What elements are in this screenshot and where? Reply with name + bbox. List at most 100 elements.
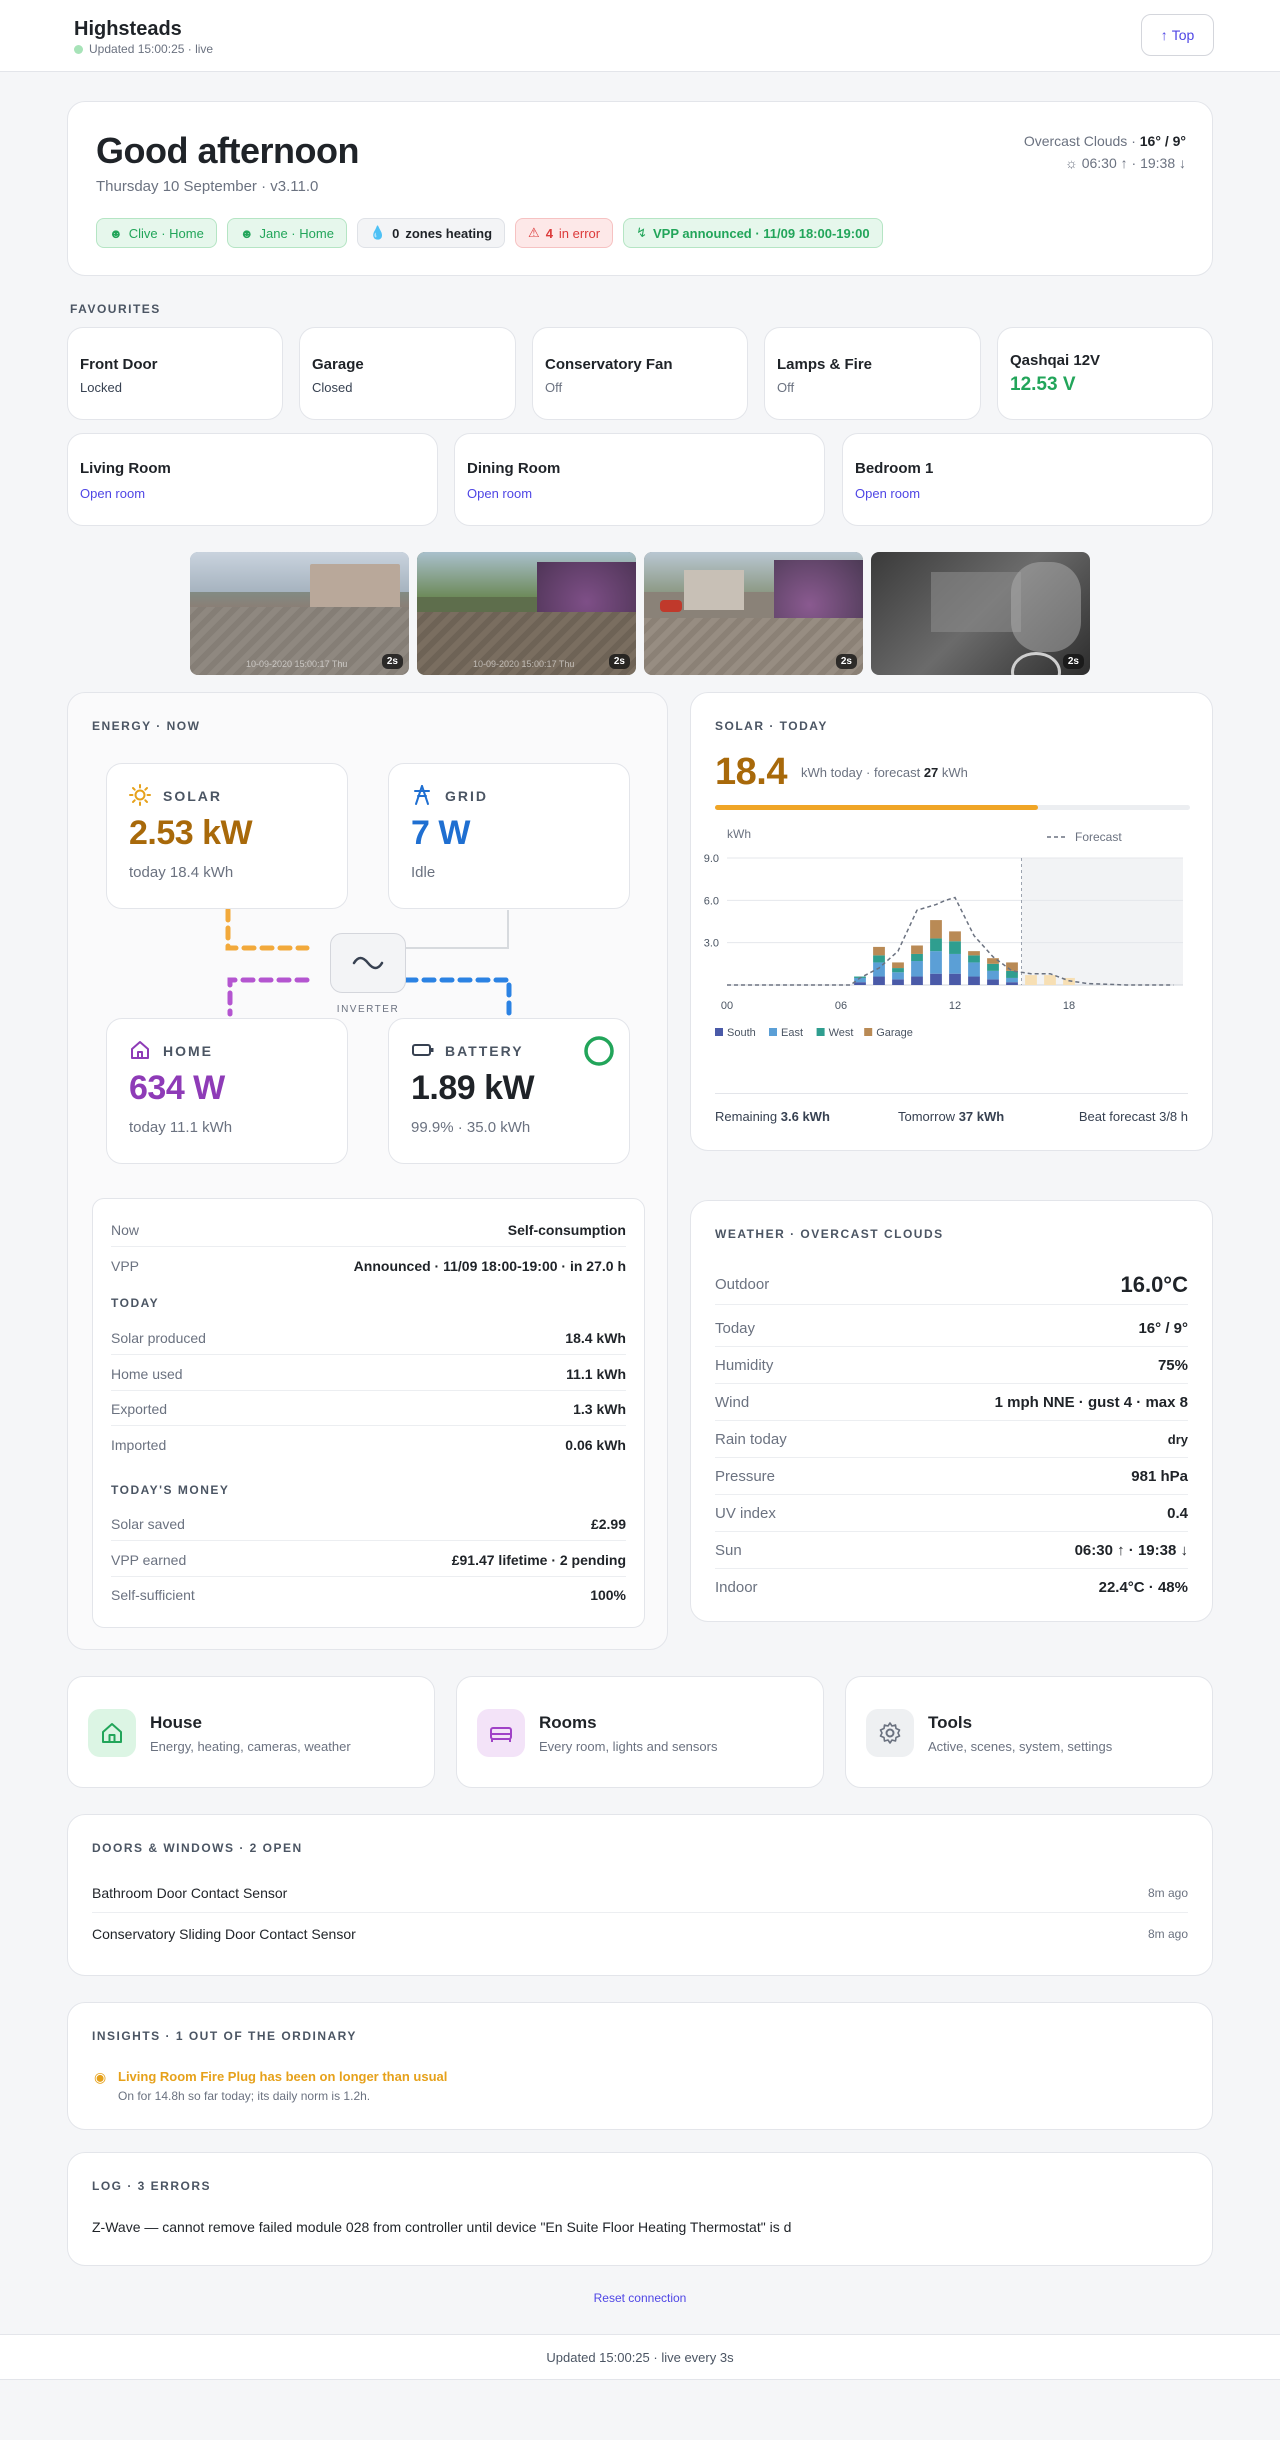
room-living-room[interactable]: Living Room Open room xyxy=(67,433,438,526)
chip-label: VPP announced · 11/09 18:00-19:00 xyxy=(653,225,870,241)
insight-detail: On for 14.8h so far today; its daily nor… xyxy=(118,2089,371,2103)
row-key: Rain today xyxy=(715,1430,787,1448)
door-sensor-name: Conservatory Sliding Door Contact Sensor xyxy=(92,1926,356,1942)
insights-label: INSIGHTS · 1 OUT OF THE ORDINARY xyxy=(92,2029,357,2043)
y-tick-label: 9.0 xyxy=(704,853,719,865)
favourite-lamps-fire[interactable]: Lamps & Fire Off xyxy=(764,327,981,420)
footer-value: 37 kWh xyxy=(958,1109,1005,1124)
solar-today-sub-text: kWh today · forecast xyxy=(801,765,924,780)
camera-indoor[interactable]: 2s xyxy=(871,552,1090,675)
bolt-icon: ↯ xyxy=(636,225,648,240)
chip-label: Jane · Home xyxy=(259,225,334,241)
favourite-title: Qashqai 12V xyxy=(1010,352,1101,369)
nav-rooms[interactable]: Rooms Every room, lights and sensors xyxy=(456,1676,824,1788)
bar-segment-garage xyxy=(892,962,904,969)
row-value: 1 mph NNE · gust 4 · max 8 xyxy=(994,1393,1188,1411)
bar-segment-garage xyxy=(873,946,885,956)
outdoor-row: Outdoor 16.0°C xyxy=(715,1265,1188,1305)
camera-front[interactable]: 2s xyxy=(644,552,863,675)
forecast-bar xyxy=(1025,975,1037,985)
nav-tools[interactable]: Tools Active, scenes, system, settings xyxy=(845,1676,1213,1788)
insight-title[interactable]: Living Room Fire Plug has been on longer… xyxy=(118,2069,447,2084)
weather-label: WEATHER · OVERCAST CLOUDS xyxy=(715,1227,944,1241)
hero-sun-times: 06:30 ↑ · 19:38 ↓ xyxy=(1081,155,1186,171)
favourite-qashqai[interactable]: Qashqai 12V 12.53 V xyxy=(997,327,1213,420)
door-sensor-row[interactable]: Bathroom Door Contact Sensor 8m ago xyxy=(92,1873,1188,1913)
room-bedroom-1[interactable]: Bedroom 1 Open room xyxy=(842,433,1213,526)
presence-chip-jane[interactable]: ☻ Jane · Home xyxy=(226,218,347,248)
bar-segment-east xyxy=(930,951,942,974)
grid-tile[interactable]: GRID 7 W Idle xyxy=(388,763,630,909)
log-line: Z-Wave — cannot remove failed module 028… xyxy=(92,2219,792,2235)
updated-text: Updated 15:00:25 · live xyxy=(89,42,214,56)
favourite-front-door[interactable]: Front Door Locked xyxy=(67,327,283,420)
top-button-label: Top xyxy=(1171,27,1195,43)
y-tick-label: 3.0 xyxy=(704,938,719,950)
room-dining-room[interactable]: Dining Room Open room xyxy=(454,433,825,526)
solar-tile[interactable]: SOLAR 2.53 kW today 18.4 kWh xyxy=(106,763,348,909)
row-key: UV index xyxy=(715,1504,776,1522)
sine-wave-icon xyxy=(352,956,384,970)
row-key: Pressure xyxy=(715,1467,776,1485)
room-title: Bedroom 1 xyxy=(855,460,934,477)
hero-weather: Overcast Clouds · 16° / 9° ☼ 06:30 ↑ · 1… xyxy=(1024,130,1186,174)
sun-icon xyxy=(129,784,151,806)
row-key: VPP earned xyxy=(111,1551,187,1568)
row-value: 11.1 kWh xyxy=(566,1365,626,1382)
footer-text: Updated 15:00:25 · live every 3s xyxy=(546,2349,734,2365)
battery-tile[interactable]: BATTERY 1.89 kW 99.9% · 35.0 kWh xyxy=(388,1018,630,1164)
solar-today-label: SOLAR · TODAY xyxy=(715,719,828,733)
solar-value: 2.53 kW xyxy=(129,814,253,852)
camera-image xyxy=(660,600,682,612)
reset-connection-link[interactable]: Reset connection xyxy=(0,2291,1280,2305)
rain-row: Rain today dry xyxy=(715,1421,1188,1458)
camera-age-badge: 2s xyxy=(835,654,857,669)
bar-segment-west xyxy=(892,968,904,973)
vpp-earned-row: VPP earned £91.47 lifetime · 2 pending xyxy=(111,1543,626,1577)
door-sensor-age: 8m ago xyxy=(1147,1927,1188,1941)
open-room-link[interactable]: Open room xyxy=(80,486,145,501)
person-icon: ☻ xyxy=(109,225,123,241)
vpp-chip[interactable]: ↯ VPP announced · 11/09 18:00-19:00 xyxy=(623,218,883,248)
footer-value: 3.6 kWh xyxy=(780,1109,830,1124)
door-sensor-row[interactable]: Conservatory Sliding Door Contact Sensor… xyxy=(92,1914,1188,1954)
heating-chip[interactable]: 💧 0 zones heating xyxy=(356,218,506,248)
bar-segment-garage xyxy=(968,951,980,956)
money-heading: TODAY'S MONEY xyxy=(111,1483,230,1497)
solar-saved-row: Solar saved £2.99 xyxy=(111,1507,626,1541)
open-room-link[interactable]: Open room xyxy=(467,486,532,501)
legend-label-east: East xyxy=(781,1027,803,1039)
camera-image xyxy=(684,570,744,610)
forecast-bar xyxy=(1044,975,1056,985)
nav-house[interactable]: House Energy, heating, cameras, weather xyxy=(67,1676,435,1788)
legend-label-west: West xyxy=(829,1027,854,1039)
solar-remaining: Remaining 3.6 kWh xyxy=(715,1109,830,1124)
bed-icon xyxy=(477,1709,525,1757)
imported-row: Imported 0.06 kWh xyxy=(111,1428,626,1462)
bar-segment-south xyxy=(854,982,866,985)
pylon-icon xyxy=(414,785,430,805)
error-chip[interactable]: ⚠ 4 in error xyxy=(515,218,614,248)
bar-segment-south xyxy=(892,979,904,985)
favourite-conservatory-fan[interactable]: Conservatory Fan Off xyxy=(532,327,748,420)
top-button[interactable]: ↑ Top xyxy=(1141,14,1214,56)
grid-sub: Idle xyxy=(411,864,436,881)
favourite-title: Garage xyxy=(312,356,364,373)
row-value: 06:30 ↑ · 19:38 ↓ xyxy=(1074,1541,1188,1559)
camera-timestamp: 10-09-2020 15:00:17 Thu xyxy=(246,659,348,669)
today-heading: TODAY xyxy=(111,1296,160,1310)
inverter-node[interactable] xyxy=(330,933,406,993)
camera-garden[interactable]: 10-09-2020 15:00:17 Thu 2s xyxy=(417,552,636,675)
legend-swatch-west xyxy=(816,1028,825,1036)
solar-chart: kWh Forecast 3.0 6.0 9.0 00 06 12 18 South East Wes… xyxy=(704,828,1183,1039)
camera-driveway[interactable]: 10-09-2020 15:00:17 Thu 2s xyxy=(190,552,409,675)
bar-segment-south xyxy=(968,976,980,985)
open-room-link[interactable]: Open room xyxy=(855,486,920,501)
favourite-garage[interactable]: Garage Closed xyxy=(299,327,516,420)
chip-count: 4 xyxy=(545,225,553,241)
home-value: 634 W xyxy=(129,1069,225,1107)
gear-icon xyxy=(866,1709,914,1757)
presence-chip-clive[interactable]: ☻ Clive · Home xyxy=(96,218,217,248)
row-value: 18.4 kWh xyxy=(565,1329,626,1346)
home-tile[interactable]: HOME 634 W today 11.1 kWh xyxy=(106,1018,348,1164)
